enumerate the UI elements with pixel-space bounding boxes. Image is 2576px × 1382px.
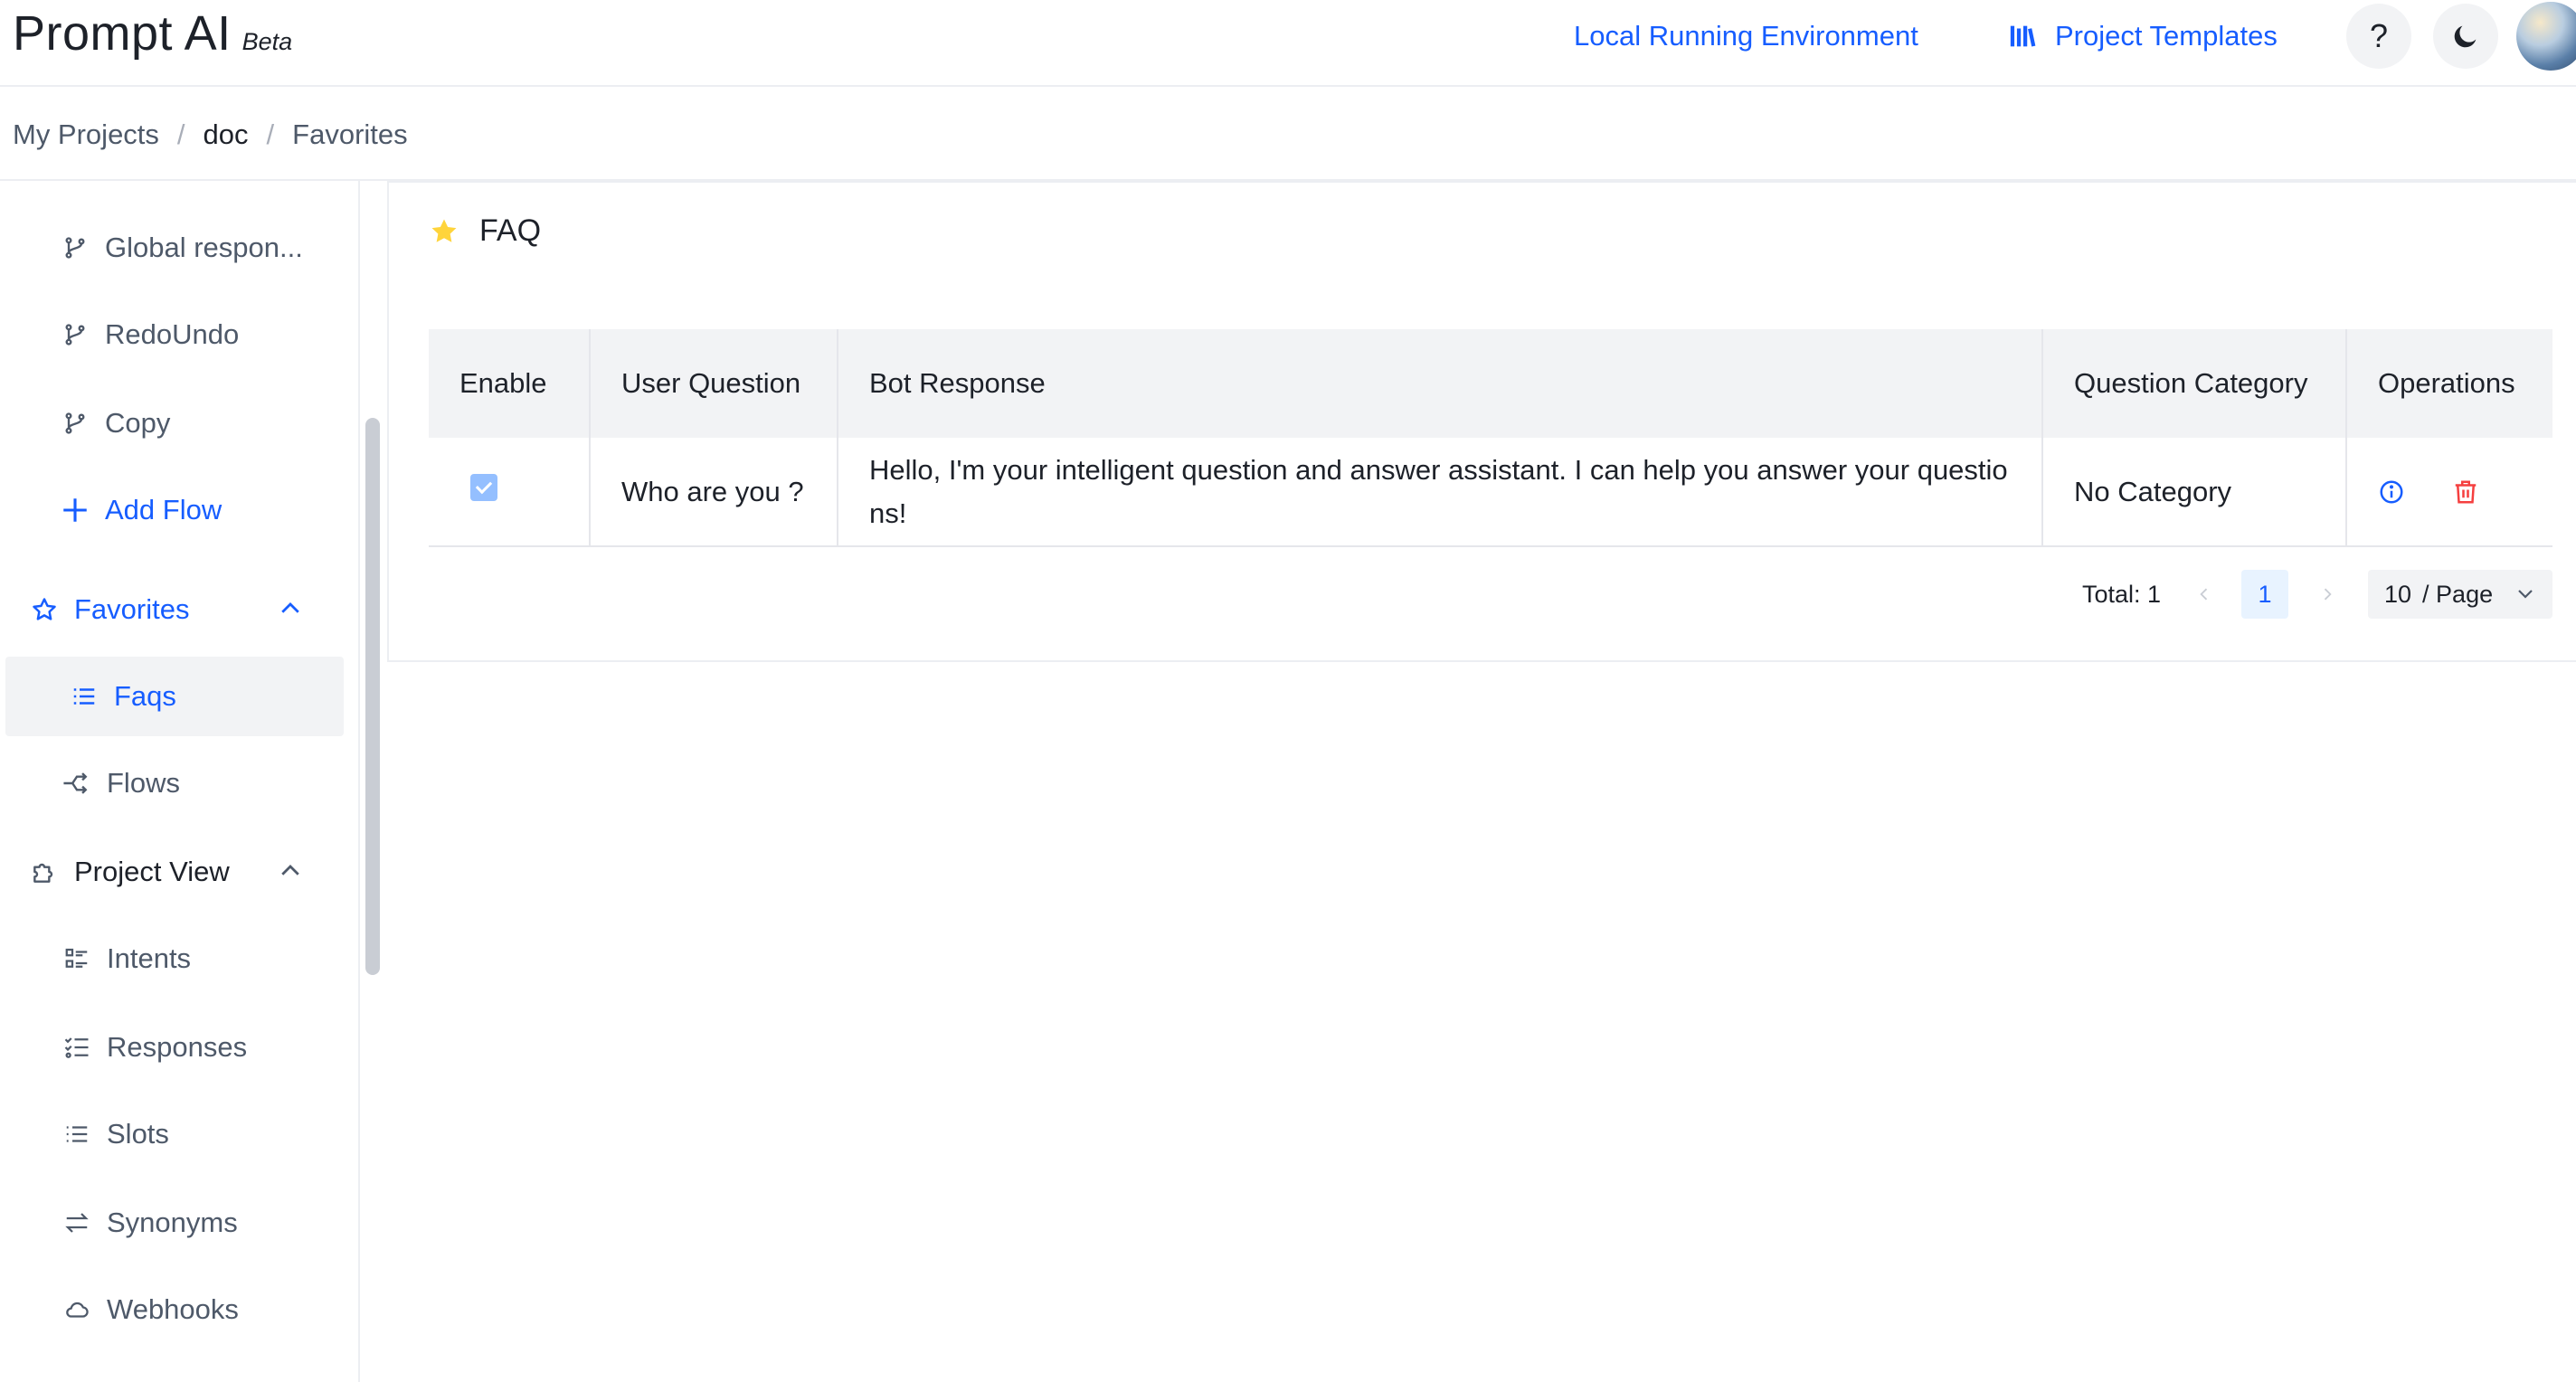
- sidebar-item-synonyms[interactable]: Synonyms: [0, 1183, 344, 1263]
- slots-icon: [62, 1119, 92, 1150]
- page-size-value: 10: [2384, 580, 2412, 608]
- library-icon: [2010, 25, 2036, 47]
- sidebar-item-label: Webhooks: [107, 1293, 239, 1325]
- column-header-enable: Enable: [429, 329, 591, 438]
- branch-icon: [60, 319, 90, 350]
- sidebar-item-label: Slots: [107, 1118, 169, 1150]
- flows-icon: [62, 768, 92, 799]
- sidebar-group-favorites[interactable]: Favorites: [0, 570, 344, 649]
- branch-icon: [60, 232, 90, 263]
- project-templates-link[interactable]: Project Templates: [2008, 16, 2278, 56]
- breadcrumb-favorites[interactable]: Favorites: [292, 118, 407, 151]
- pagination-page-1[interactable]: 1: [2241, 570, 2288, 619]
- chevron-down-icon: [2518, 590, 2533, 599]
- pagination-prev-button[interactable]: [2191, 570, 2218, 619]
- sidebar-item-label: Flows: [107, 767, 180, 799]
- sidebar-scrollbar[interactable]: [365, 418, 380, 975]
- cloud-icon: [62, 1294, 92, 1325]
- sidebar-flow-label: RedoUndo: [105, 318, 240, 350]
- add-flow-button[interactable]: Add Flow: [0, 470, 344, 550]
- column-header-question-category: Question Category: [2042, 329, 2347, 438]
- pagination-total: Total: 1: [2082, 580, 2162, 608]
- beta-badge: Beta: [242, 28, 293, 55]
- page-size-select[interactable]: 10 / Page: [2368, 570, 2552, 619]
- chevron-up-icon: [281, 602, 299, 613]
- breadcrumb-separator: /: [266, 118, 275, 150]
- sidebar-item-responses[interactable]: Responses: [0, 1008, 344, 1087]
- pagination-next-button[interactable]: [2314, 570, 2341, 619]
- sidebar-flow-label: Global respon...: [105, 232, 303, 263]
- breadcrumb-separator: /: [176, 118, 185, 150]
- list-icon: [69, 681, 99, 712]
- table-header-row: Enable User Question Bot Response Questi…: [429, 329, 2552, 438]
- synonyms-icon: [62, 1207, 92, 1238]
- sidebar-item-flows[interactable]: Flows: [0, 743, 344, 823]
- operations-cell: [2346, 438, 2552, 547]
- moon-icon: [2454, 25, 2477, 48]
- delete-button[interactable]: [2452, 478, 2479, 506]
- chevron-right-icon: [2324, 588, 2332, 601]
- sidebar-flow-redoundo[interactable]: RedoUndo: [0, 295, 344, 374]
- sidebar-item-label: Faqs: [114, 680, 176, 712]
- page-size-suffix: / Page: [2422, 580, 2494, 608]
- operations-group: [2347, 478, 2552, 506]
- star-filled-icon: [431, 219, 457, 242]
- sidebar-item-intents[interactable]: Intents: [0, 919, 344, 999]
- breadcrumb: My Projects / doc / Favorites: [13, 112, 408, 157]
- page-title: FAQ: [429, 213, 541, 249]
- faq-table: Enable User Question Bot Response Questi…: [429, 329, 2552, 547]
- column-header-bot-response: Bot Response: [838, 329, 2043, 438]
- local-environment-label: Local Running Environment: [1574, 20, 1918, 52]
- sidebar-item-slots[interactable]: Slots: [0, 1094, 344, 1174]
- plus-icon: [60, 495, 90, 525]
- star-outline-icon: [29, 594, 60, 625]
- sidebar-flow-label: Copy: [105, 407, 171, 439]
- column-header-user-question: User Question: [590, 329, 838, 438]
- help-button[interactable]: ?: [2346, 4, 2411, 69]
- breadcrumb-my-projects[interactable]: My Projects: [13, 118, 159, 151]
- sidebar-flow-copy[interactable]: Copy: [0, 383, 344, 463]
- project-view-label: Project View: [74, 856, 230, 887]
- branch-icon: [60, 408, 90, 439]
- app-name: Prompt AI: [13, 6, 232, 61]
- puzzle-icon: [29, 857, 60, 887]
- sidebar-item-label: Synonyms: [107, 1207, 238, 1238]
- theme-toggle-button[interactable]: [2433, 4, 2498, 69]
- local-environment-link[interactable]: Local Running Environment: [1574, 16, 1918, 56]
- page-title-text: FAQ: [479, 213, 542, 248]
- column-header-operations: Operations: [2346, 329, 2552, 438]
- user-question-cell: Who are you ?: [590, 438, 838, 547]
- chevron-left-icon: [2200, 588, 2208, 601]
- question-category-cell: No Category: [2042, 438, 2347, 547]
- top-header: Prompt AI Beta Local Running Environment…: [0, 0, 2576, 87]
- intents-icon: [62, 943, 92, 974]
- app-brand[interactable]: Prompt AI Beta: [13, 5, 292, 62]
- sidebar-item-label: Responses: [107, 1031, 248, 1063]
- bot-response-cell: Hello, I'm your intelligent question and…: [838, 438, 2043, 547]
- add-flow-label: Add Flow: [105, 494, 223, 525]
- breadcrumb-project[interactable]: doc: [204, 118, 249, 151]
- sidebar-item-webhooks[interactable]: Webhooks: [0, 1270, 344, 1349]
- enable-cell: [429, 438, 591, 547]
- trash-icon: [2455, 480, 2477, 503]
- info-icon: [2380, 480, 2403, 503]
- sidebar-item-faqs[interactable]: Faqs: [5, 657, 344, 736]
- sidebar-item-label: Intents: [107, 942, 192, 974]
- responses-icon: [62, 1032, 92, 1063]
- table-row: Who are you ? Hello, I'm your intelligen…: [429, 438, 2552, 547]
- chevron-up-icon: [281, 865, 299, 876]
- info-button[interactable]: [2378, 478, 2405, 506]
- help-icon: ?: [2369, 17, 2389, 54]
- favorites-label: Favorites: [74, 593, 190, 625]
- user-avatar[interactable]: [2516, 2, 2576, 71]
- sidebar-flow-global-response[interactable]: Global respon...: [0, 208, 344, 288]
- sidebar-group-project-view[interactable]: Project View: [0, 832, 344, 912]
- enable-checkbox[interactable]: [470, 473, 497, 501]
- project-templates-label: Project Templates: [2055, 20, 2278, 52]
